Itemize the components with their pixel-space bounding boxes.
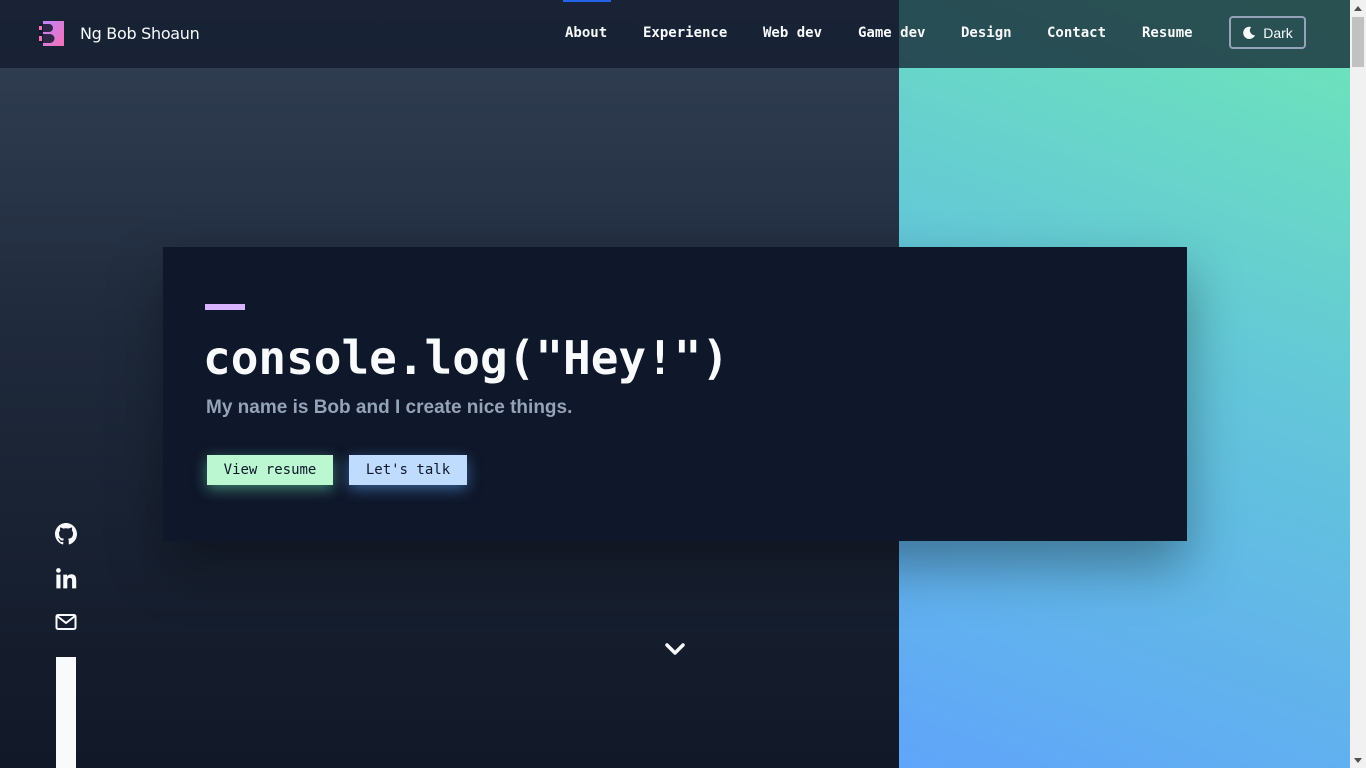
accent-line — [205, 304, 245, 310]
scrollbar-thumb[interactable] — [1352, 17, 1364, 67]
scroll-down-arrow-icon[interactable] — [1350, 752, 1366, 768]
theme-toggle-label: Dark — [1263, 24, 1293, 41]
scroll-up-arrow-icon[interactable] — [1350, 0, 1366, 16]
nav-active-indicator — [563, 0, 611, 2]
nav-item-design[interactable]: Design — [961, 25, 1012, 41]
github-icon[interactable] — [55, 523, 77, 545]
social-divider-line — [56, 657, 76, 768]
hero-card: console.log("Hey!") My name is Bob and I… — [163, 247, 1187, 541]
nav-item-game-dev[interactable]: Game dev — [858, 25, 925, 41]
linkedin-icon[interactable] — [55, 567, 77, 589]
hero-title: console.log("Hey!") — [203, 331, 730, 385]
theme-toggle-button[interactable]: Dark — [1229, 16, 1306, 49]
nav-item-experience[interactable]: Experience — [643, 25, 727, 41]
vertical-scrollbar[interactable] — [1350, 0, 1366, 768]
nav-item-about[interactable]: About — [565, 25, 607, 41]
moon-icon — [1243, 26, 1256, 39]
navbar: Ng Bob Shoaun About Experience Web dev G… — [0, 0, 1350, 68]
brand-name: Ng Bob Shoaun — [80, 24, 200, 43]
brand[interactable]: Ng Bob Shoaun — [39, 21, 200, 46]
chevron-down-icon[interactable] — [665, 641, 685, 657]
hero-subtitle: My name is Bob and I create nice things. — [206, 397, 573, 418]
brand-logo-icon — [39, 21, 64, 46]
nav-item-resume[interactable]: Resume — [1142, 25, 1193, 41]
view-resume-button[interactable]: View resume — [207, 455, 333, 485]
nav-item-web-dev[interactable]: Web dev — [763, 25, 822, 41]
nav-item-contact[interactable]: Contact — [1047, 25, 1106, 41]
mail-icon[interactable] — [55, 611, 77, 633]
page: Ng Bob Shoaun About Experience Web dev G… — [0, 0, 1366, 768]
lets-talk-button[interactable]: Let's talk — [349, 455, 467, 485]
